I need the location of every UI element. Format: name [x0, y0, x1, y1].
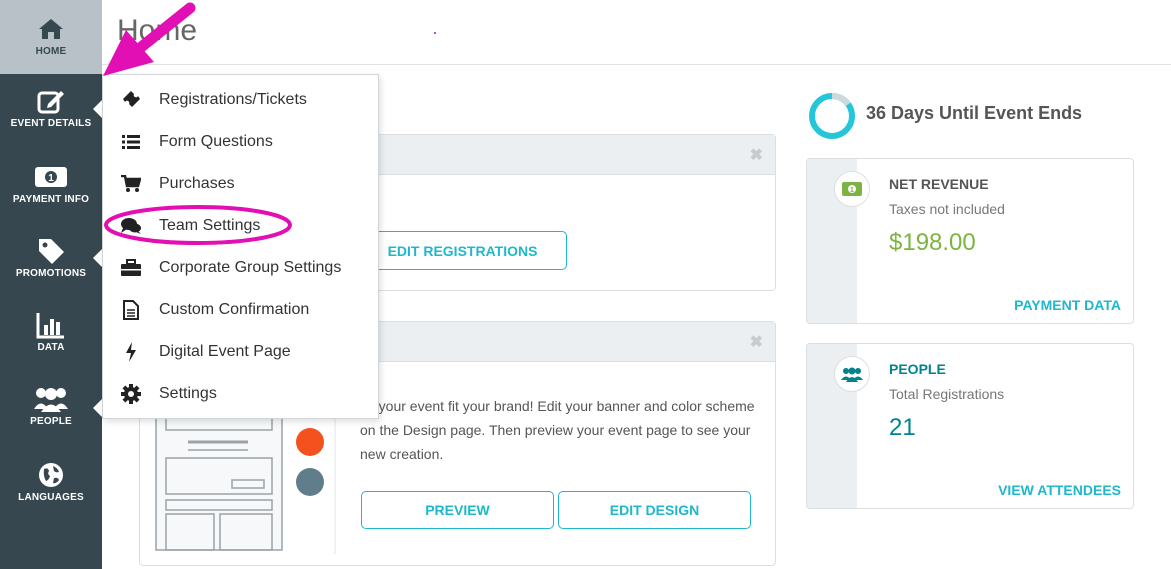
countdown-text: 36 Days Until Event Ends	[866, 103, 1083, 123]
tag-icon	[37, 236, 65, 266]
bolt-icon	[103, 342, 159, 362]
design-description: ke your event fit your brand! Edit your …	[360, 398, 755, 462]
sidebar-item-people[interactable]: PEOPLE	[0, 384, 102, 442]
people-title: PEOPLE	[889, 361, 946, 377]
sidebar-label: DATA	[37, 342, 65, 353]
sidebar-item-event-details[interactable]: EVENT DETAILS	[0, 86, 102, 148]
menu-item-label: Form Questions	[159, 133, 273, 150]
users-icon	[834, 356, 870, 392]
annotation-dot	[434, 32, 436, 34]
sidebar-item-data[interactable]: DATA	[0, 310, 102, 368]
sidebar-label: PEOPLE	[30, 416, 72, 427]
sidebar-label: EVENT DETAILS	[10, 118, 92, 129]
menu-item-team-settings[interactable]: Team Settings	[103, 205, 380, 247]
sidebar-item-languages[interactable]: LANGUAGES	[0, 460, 102, 518]
home-icon	[38, 14, 64, 44]
menu-item-corporate-group[interactable]: Corporate Group Settings	[103, 247, 380, 289]
close-icon[interactable]: ✖	[750, 145, 763, 165]
money-icon: 1	[834, 171, 870, 207]
users-icon	[33, 384, 69, 414]
menu-item-form-questions[interactable]: Form Questions	[103, 121, 380, 163]
payment-data-link[interactable]: PAYMENT DATA	[1014, 297, 1121, 313]
edit-design-button[interactable]: EDIT DESIGN	[558, 491, 751, 529]
page-title: Home	[117, 14, 198, 47]
net-revenue-value: $198.00	[889, 229, 976, 256]
comments-icon	[103, 217, 159, 235]
sidebar-label: HOME	[35, 46, 67, 57]
orange-swatch	[296, 428, 324, 456]
slate-swatch	[296, 468, 324, 496]
sidebar-item-home[interactable]: HOME	[0, 0, 102, 74]
edit-registrations-button[interactable]: EDIT REGISTRATIONS	[358, 231, 567, 270]
document-icon	[103, 300, 159, 320]
people-subtitle: Total Registrations	[889, 386, 1005, 402]
menu-item-digital-event-page[interactable]: Digital Event Page	[103, 331, 380, 373]
nav-pointer	[93, 249, 102, 267]
sidebar-label: LANGUAGES	[18, 492, 84, 503]
menu-item-purchases[interactable]: Purchases	[103, 163, 380, 205]
globe-icon	[37, 460, 65, 490]
menu-item-label: Registrations/Tickets	[159, 91, 307, 108]
net-revenue-subtitle: Taxes not included	[889, 201, 1005, 217]
menu-item-custom-confirmation[interactable]: Custom Confirmation	[103, 289, 380, 331]
header-divider	[102, 64, 1171, 65]
preview-button[interactable]: PREVIEW	[361, 491, 554, 529]
menu-pointer	[93, 100, 102, 118]
menu-item-label: Corporate Group Settings	[159, 259, 342, 276]
people-panel: PEOPLE Total Registrations 21 VIEW ATTEN…	[806, 343, 1134, 509]
list-icon	[103, 134, 159, 150]
menu-item-label: Custom Confirmation	[159, 301, 310, 318]
svg-text:1: 1	[48, 173, 54, 184]
sidebar-item-promotions[interactable]: PROMOTIONS	[0, 236, 102, 294]
sidebar-item-payment-info[interactable]: 1 PAYMENT INFO	[0, 162, 102, 220]
svg-text:1: 1	[850, 187, 854, 194]
sidebar: HOME EVENT DETAILS 1 PAYMENT INFO PROMOT…	[0, 0, 102, 569]
menu-item-label: Settings	[159, 385, 217, 402]
edit-icon	[37, 86, 65, 116]
gear-icon	[103, 384, 159, 404]
event-details-menu: Registrations/Tickets Form Questions Pur…	[102, 74, 379, 419]
menu-item-label: Team Settings	[159, 217, 261, 234]
cart-icon	[103, 175, 159, 193]
money-icon: 1	[34, 162, 68, 192]
view-attendees-link[interactable]: VIEW ATTENDEES	[998, 482, 1121, 498]
menu-item-settings[interactable]: Settings	[103, 373, 380, 415]
menu-item-label: Purchases	[159, 175, 235, 192]
countdown-ring	[809, 93, 855, 139]
net-revenue-title: NET REVENUE	[889, 176, 989, 192]
sidebar-label: PROMOTIONS	[15, 268, 87, 279]
ticket-icon	[103, 90, 159, 110]
menu-item-label: Digital Event Page	[159, 343, 291, 360]
close-icon[interactable]: ✖	[750, 332, 763, 352]
people-value: 21	[889, 414, 916, 441]
nav-pointer	[93, 399, 102, 417]
briefcase-icon	[103, 259, 159, 277]
sidebar-label: PAYMENT INFO	[12, 194, 90, 205]
net-revenue-panel: 1 NET REVENUE Taxes not included $198.00…	[806, 158, 1134, 324]
menu-item-registrations[interactable]: Registrations/Tickets	[103, 79, 380, 121]
bar-chart-icon	[36, 310, 66, 340]
